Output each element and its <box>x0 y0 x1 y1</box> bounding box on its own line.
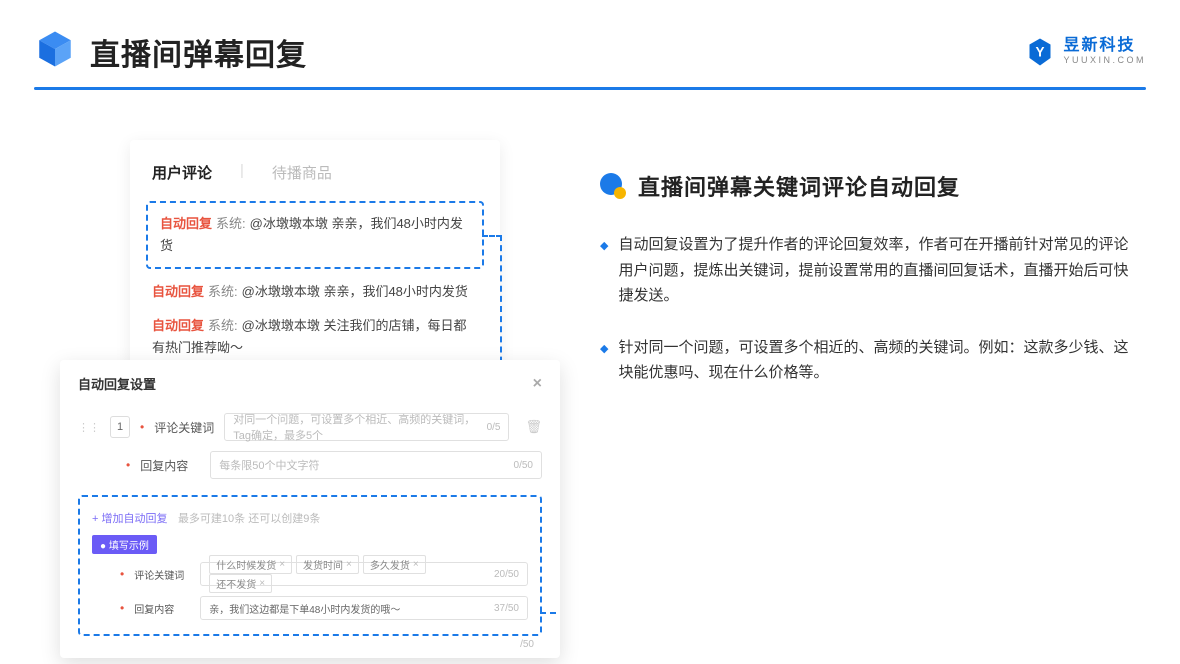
order-index: 1 <box>110 416 130 438</box>
drag-handle-icon[interactable]: ⋮⋮ <box>78 421 100 434</box>
reply-label: 回复内容 <box>140 457 200 474</box>
highlighted-comment: 自动回复系统:@冰墩墩本墩 亲亲，我们48小时内发货 <box>146 201 484 269</box>
remove-tag-icon[interactable]: × <box>413 559 419 570</box>
brand-name-en: YUUXIN.COM <box>1063 56 1146 65</box>
comment-text: @冰墩墩本墩 亲亲，我们48小时内发货 <box>242 284 468 299</box>
reply-input-example[interactable]: 亲，我们这边都是下单48小时内发货的哦～ 37/50 <box>200 596 528 620</box>
auto-reply-badge: 自动回复 <box>152 318 204 333</box>
auto-reply-badge: 自动回复 <box>152 284 204 299</box>
remove-tag-icon[interactable]: × <box>279 559 285 570</box>
tab-user-comments[interactable]: 用户评论 <box>152 162 212 183</box>
required-dot: • <box>126 458 130 472</box>
comments-panel: 用户评论 | 待播商品 自动回复系统:@冰墩墩本墩 亲亲，我们48小时内发货 自… <box>130 140 500 385</box>
keyword-tag[interactable]: 什么时候发货× <box>209 555 292 574</box>
section-title: 直播间弹幕关键词评论自动回复 <box>638 170 960 202</box>
description-panel: 直播间弹幕关键词评论自动回复 ◆ 自动回复设置为了提升作者的评论回复效率，作者可… <box>600 170 1140 386</box>
settings-title: 自动回复设置 <box>78 374 156 393</box>
required-dot: • <box>120 567 124 581</box>
example-highlight-box: + 增加自动回复 最多可建10条 还可以创建9条 ● 填写示例 • 评论关键词 … <box>78 495 542 636</box>
reply-label: 回复内容 <box>134 601 190 616</box>
auto-reply-badge: 自动回复 <box>160 216 212 231</box>
bullet-text: 自动回复设置为了提升作者的评论回复效率，作者可在开播前针对常见的评论用户问题，提… <box>618 232 1140 309</box>
svg-text:Y: Y <box>1036 44 1045 59</box>
reply-input[interactable]: 每条限50个中文字符 0/50 <box>210 451 542 479</box>
close-icon[interactable]: × <box>533 375 542 393</box>
keyword-tag[interactable]: 还不发货× <box>209 574 272 593</box>
keyword-input-example[interactable]: 什么时候发货×发货时间×多久发货×还不发货× 20/50 <box>200 562 528 586</box>
auto-reply-settings-panel: 自动回复设置 × ⋮⋮ 1 • 评论关键词 对同一个问题，可设置多个相近、高频的… <box>60 360 560 658</box>
quota-hint: 最多可建10条 还可以创建9条 <box>178 513 320 525</box>
remove-tag-icon[interactable]: × <box>259 578 265 589</box>
outer-count: /50 <box>520 639 534 650</box>
tab-divider: | <box>240 162 244 183</box>
keyword-label: 评论关键词 <box>154 419 214 436</box>
bullet-item: ◆ 针对同一个问题，可设置多个相近的、高频的关键词。例如：这款多少钱、这块能优惠… <box>600 335 1140 386</box>
trash-icon[interactable]: 🗑 <box>525 419 542 435</box>
brand-logo: Y 昱新科技 YUUXIN.COM <box>1025 37 1146 67</box>
keyword-input[interactable]: 对同一个问题，可设置多个相近、高频的关键词，Tag确定，最多5个 0/5 <box>224 413 509 441</box>
tab-pending-products[interactable]: 待播商品 <box>272 162 332 183</box>
example-badge: ● 填写示例 <box>92 535 157 554</box>
chat-bubble-icon <box>600 173 626 199</box>
required-dot: • <box>120 601 124 615</box>
screenshot-composite: 用户评论 | 待播商品 自动回复系统:@冰墩墩本墩 亲亲，我们48小时内发货 自… <box>60 140 570 630</box>
diamond-icon: ◆ <box>600 237 608 309</box>
diamond-icon: ◆ <box>600 340 608 386</box>
remove-tag-icon[interactable]: × <box>346 559 352 570</box>
slide-header: 直播间弹幕回复 Y 昱新科技 YUUXIN.COM <box>34 28 1146 90</box>
page-title: 直播间弹幕回复 <box>90 30 307 74</box>
keyword-tag[interactable]: 发货时间× <box>296 555 359 574</box>
bullet-item: ◆ 自动回复设置为了提升作者的评论回复效率，作者可在开播前针对常见的评论用户问题… <box>600 232 1140 309</box>
brand-name-cn: 昱新科技 <box>1063 38 1146 54</box>
add-auto-reply-link[interactable]: + 增加自动回复 <box>92 513 167 525</box>
header-divider <box>34 87 1146 90</box>
keyword-tag[interactable]: 多久发货× <box>363 555 426 574</box>
comment-row: 自动回复系统:@冰墩墩本墩 关注我们的店铺，每日都有热门推荐呦～ <box>152 315 478 359</box>
comment-row: 自动回复系统:@冰墩墩本墩 亲亲，我们48小时内发货 <box>152 281 478 303</box>
keyword-label: 评论关键词 <box>134 567 190 582</box>
required-dot: • <box>140 420 144 434</box>
bullet-text: 针对同一个问题，可设置多个相近的、高频的关键词。例如：这款多少钱、这块能优惠吗、… <box>618 335 1140 386</box>
cube-icon <box>34 28 76 75</box>
